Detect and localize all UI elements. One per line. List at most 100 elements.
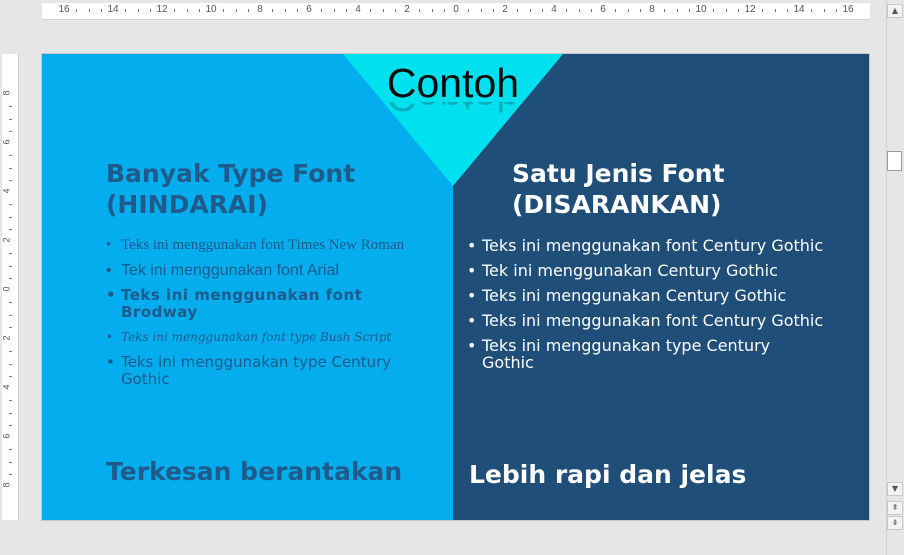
ruler-tick: [235, 9, 237, 12]
ruler-label: 4: [551, 4, 557, 15]
ruler-tick: [9, 326, 12, 328]
ruler-label: 12: [744, 4, 756, 15]
ruler-tick: [9, 412, 12, 414]
scroll-down-button[interactable]: ▼: [887, 482, 903, 496]
right-bullet-list[interactable]: • Teks ini menggunakan font Century Gothi…: [467, 237, 827, 379]
ruler-label: 6: [1, 433, 12, 439]
ruler-tick: [382, 9, 384, 12]
ruler-tick: [9, 461, 12, 463]
slide-title-reflection: Contoh: [374, 102, 532, 120]
ruler-tick: [125, 9, 127, 12]
ruler-tick: [9, 106, 12, 108]
ruler-label: 14: [793, 4, 805, 15]
ruler-tick: [88, 9, 90, 12]
ruler-tick: [578, 9, 580, 12]
ruler-tick: [186, 9, 188, 12]
ruler-label: 2: [404, 4, 410, 15]
ruler-tick: [676, 9, 678, 12]
slide-canvas[interactable]: Contoh Contoh Banyak Type Font (HINDARAI…: [42, 54, 869, 520]
horizontal-ruler[interactable]: 16 14 12 10 8 6 4 2 0 2 4 6 8 10 12 14 16: [42, 3, 870, 20]
ruler-tick: [468, 9, 470, 12]
right-heading-line2: (DISARANKAN): [512, 190, 722, 219]
ruler-label: 6: [1, 139, 12, 145]
vertical-ruler[interactable]: 8 6 4 2 0 2 4 6 8: [2, 54, 19, 520]
ruler-tick: [174, 9, 176, 12]
bullet-icon: •: [467, 336, 477, 355]
left-heading[interactable]: Banyak Type Font (HINDARAI): [106, 158, 406, 220]
ruler-tick: [774, 9, 776, 12]
ruler-tick: [9, 473, 12, 475]
ruler-tick: [566, 9, 568, 12]
ruler-tick: [9, 449, 12, 451]
scroll-up-button[interactable]: ▲: [887, 4, 903, 18]
previous-slide-button[interactable]: ⇞: [887, 501, 903, 515]
ruler-tick: [9, 277, 12, 279]
ruler-label: 10: [695, 4, 707, 15]
scrollbar-thumb[interactable]: [887, 151, 902, 171]
ruler-tick: [517, 9, 519, 12]
list-item: • Teks ini menggunakan font Times New Rom…: [106, 237, 405, 253]
ruler-tick: [149, 9, 151, 12]
ruler-tick: [419, 9, 421, 12]
ruler-tick: [284, 9, 286, 12]
ruler-label: 4: [1, 384, 12, 390]
ruler-label: 16: [58, 4, 70, 15]
ruler-tick: [321, 9, 323, 12]
ruler-tick: [198, 9, 200, 12]
ruler-tick: [223, 9, 225, 12]
bullet-icon: •: [106, 286, 117, 304]
ruler-tick: [100, 9, 102, 12]
ruler-label: 0: [453, 4, 459, 15]
list-item: • Teks ini menggunakan Century Gothic: [467, 286, 787, 305]
ruler-label: 8: [1, 90, 12, 96]
left-heading-line1: Banyak Type Font: [106, 159, 356, 188]
chevron-up-icon: ▲: [891, 6, 899, 15]
ruler-label: 6: [306, 4, 312, 15]
ruler-tick: [492, 9, 494, 12]
ruler-tick: [9, 204, 12, 206]
ruler-label: 6: [600, 4, 606, 15]
chevron-down-icon: ▼: [891, 484, 899, 493]
ruler-label: 4: [1, 188, 12, 194]
left-bullet-list[interactable]: • Teks ini menggunakan font Times New Rom…: [106, 237, 426, 396]
slide-title[interactable]: Contoh: [374, 60, 532, 106]
ruler-tick: [76, 9, 78, 12]
ruler-label: 0: [1, 286, 12, 292]
ruler-tick: [9, 118, 12, 120]
list-item: • Tek ini menggunakan Century Gothic: [467, 261, 778, 280]
right-heading[interactable]: Satu Jenis Font (DISARANKAN): [512, 158, 832, 220]
ruler-label: 14: [107, 4, 119, 15]
bullet-icon: •: [106, 262, 112, 279]
ruler-tick: [541, 9, 543, 12]
ruler-tick: [786, 9, 788, 12]
ruler-label: 2: [1, 237, 12, 243]
ruler-tick: [9, 216, 12, 218]
ruler-tick: [9, 400, 12, 402]
list-item: • Teks ini menggunakan font Brodway: [106, 286, 363, 321]
ruler-tick: [9, 155, 12, 157]
ruler-label: 8: [257, 4, 263, 15]
ruler-tick: [370, 9, 372, 12]
right-footer-text[interactable]: Lebih rapi dan jelas: [469, 460, 746, 489]
next-slide-button[interactable]: ⇟: [887, 516, 903, 530]
ruler-tick: [529, 9, 531, 12]
ruler-tick: [688, 9, 690, 12]
ruler-label: 8: [649, 4, 655, 15]
ruler-tick: [9, 314, 12, 316]
ruler-label: 16: [842, 4, 854, 15]
right-heading-line1: Satu Jenis Font: [512, 159, 725, 188]
bullet-icon: •: [467, 236, 477, 255]
vertical-scrollbar[interactable]: [886, 0, 904, 555]
ruler-label: 8: [1, 482, 12, 488]
list-item: • Teks ini menggunakan font Century Gothi…: [467, 236, 824, 255]
ruler-tick: [664, 9, 666, 12]
ruler-tick: [9, 375, 12, 377]
ruler-tick: [615, 9, 617, 12]
left-footer-text[interactable]: Terkesan berantakan: [106, 457, 402, 486]
bullet-icon: •: [106, 353, 115, 371]
ruler-tick: [9, 265, 12, 267]
ruler-label: 2: [502, 4, 508, 15]
ruler-tick: [431, 9, 433, 12]
ruler-tick: [137, 9, 139, 12]
ruler-tick: [835, 9, 837, 12]
